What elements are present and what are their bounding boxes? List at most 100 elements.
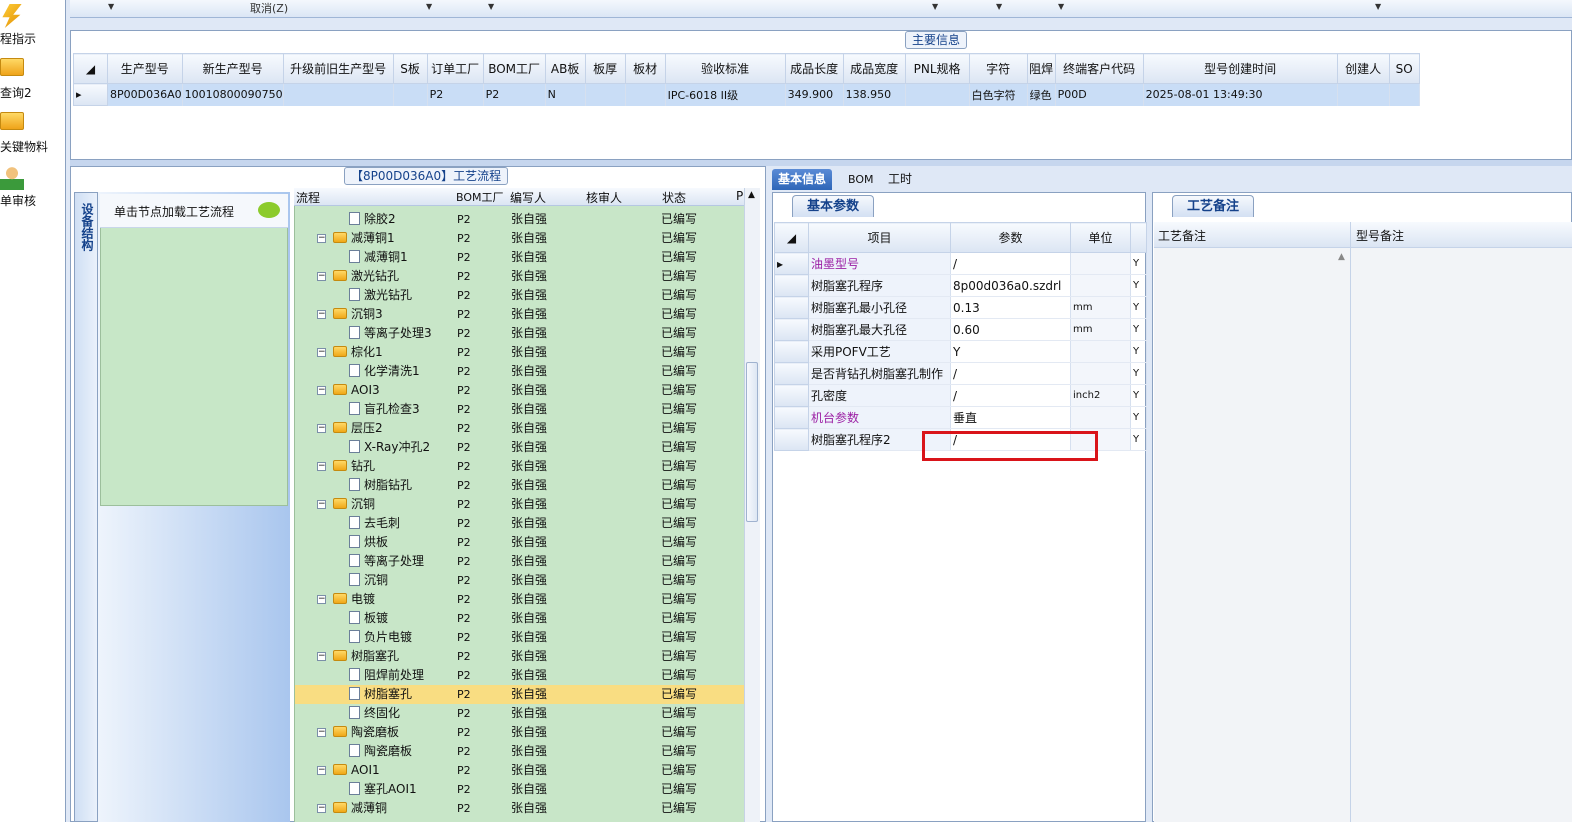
collapse-icon[interactable]: −: [317, 500, 326, 509]
tree-row[interactable]: 等离子处理3 P2 张自强 已编写: [295, 324, 744, 343]
cell[interactable]: [1389, 83, 1420, 106]
tree-row[interactable]: 塞孔AOI1 P2 张自强 已编写: [295, 780, 744, 799]
col-bom-factory[interactable]: BOM工厂: [456, 189, 504, 205]
collapse-icon[interactable]: −: [317, 804, 326, 813]
tree-row[interactable]: 沉铜 P2 张自强 已编写: [295, 571, 744, 590]
param-value[interactable]: 垂直: [950, 406, 1071, 429]
param-row[interactable]: 是否背钻孔树脂塞孔制作 / Y: [774, 362, 1147, 385]
dropdown-arrow-icon[interactable]: ▼: [996, 2, 1002, 11]
param-value[interactable]: /: [950, 362, 1071, 385]
col-header[interactable]: 升级前旧生产型号: [282, 53, 394, 84]
collapse-icon[interactable]: −: [317, 386, 326, 395]
col-unit[interactable]: 单位: [1070, 222, 1131, 253]
col-process[interactable]: 流程: [296, 189, 320, 206]
tree-row[interactable]: − 减薄铜 P2 张自强 已编写: [295, 799, 744, 818]
tree-row[interactable]: − 树脂塞孔 P2 张自强 已编写: [295, 647, 744, 666]
dropdown-arrow-icon[interactable]: ▼: [1375, 2, 1381, 11]
cell[interactable]: 2025-08-01 13:49:30: [1143, 83, 1338, 106]
cell[interactable]: [393, 83, 428, 106]
collapse-icon[interactable]: −: [317, 462, 326, 471]
tree-row[interactable]: 树脂塞孔 P2 张自强 已编写: [295, 685, 744, 704]
param-value[interactable]: Y: [950, 340, 1071, 363]
dropdown-arrow-icon[interactable]: ▼: [932, 2, 938, 11]
param-row[interactable]: ▸ 油墨型号 / Y: [774, 252, 1147, 275]
dropdown-arrow-icon[interactable]: ▼: [108, 2, 114, 11]
param-value[interactable]: 0.60: [950, 318, 1071, 341]
col-header[interactable]: 阻焊: [1026, 53, 1056, 84]
col-header[interactable]: SO: [1388, 53, 1420, 84]
tree-row[interactable]: 去毛刺 P2 张自强 已编写: [295, 514, 744, 533]
cell[interactable]: IPC-6018 II级: [665, 83, 786, 106]
cell[interactable]: [283, 83, 394, 106]
tab-basic-params[interactable]: 基本参数: [792, 195, 875, 217]
col-param[interactable]: 参数: [950, 222, 1071, 253]
nav-item-1[interactable]: 查询2: [0, 58, 65, 108]
collapse-icon[interactable]: −: [317, 424, 326, 433]
remarks-body[interactable]: ▲: [1154, 248, 1572, 822]
param-row[interactable]: 树脂塞孔程序 8p00d036a0.szdrl Y: [774, 274, 1147, 297]
tree-row[interactable]: 等离子处理 P2 张自强 已编写: [295, 552, 744, 571]
tree-row[interactable]: − 陶瓷磨板 P2 张自强 已编写: [295, 723, 744, 742]
tab-process-remarks[interactable]: 工艺备注: [1172, 195, 1255, 217]
param-value[interactable]: 8p00d036a0.szdrl: [950, 274, 1071, 297]
col-header[interactable]: 创建人: [1336, 53, 1390, 84]
collapse-icon[interactable]: −: [317, 272, 326, 281]
tree-row[interactable]: − AOI3 P2 张自强 已编写: [295, 381, 744, 400]
col-header[interactable]: 生产型号: [107, 53, 183, 84]
param-value[interactable]: /: [950, 252, 1071, 275]
tree-row[interactable]: − 沉铜3 P2 张自强 已编写: [295, 305, 744, 324]
col-model-remark[interactable]: 型号备注: [1356, 227, 1404, 244]
nav-item-3[interactable]: 单审核: [0, 166, 65, 216]
col-item[interactable]: 项目: [808, 222, 951, 253]
col-header[interactable]: 新生产型号: [181, 53, 284, 84]
col-header[interactable]: S板: [392, 53, 428, 84]
col-header[interactable]: 板厚: [584, 53, 626, 84]
tree-row[interactable]: 终固化 P2 张自强 已编写: [295, 704, 744, 723]
col-header[interactable]: 成品长度: [784, 53, 844, 84]
cell[interactable]: [1337, 83, 1390, 106]
cancel-button[interactable]: 取消(Z): [250, 0, 288, 16]
nav-item-0[interactable]: 程指示: [0, 4, 65, 54]
col-header[interactable]: 板材: [624, 53, 666, 84]
tree-row[interactable]: X-Ray冲孔2 P2 张自强 已编写: [295, 438, 744, 457]
cell[interactable]: [625, 83, 666, 106]
param-value[interactable]: 0.13: [950, 296, 1071, 319]
dropdown-arrow-icon[interactable]: ▼: [426, 2, 432, 11]
scroll-thumb[interactable]: [746, 362, 758, 522]
col-header[interactable]: AB板: [544, 53, 586, 84]
cell[interactable]: 349.900: [785, 83, 844, 106]
node-hint[interactable]: 单击节点加载工艺流程: [100, 194, 288, 228]
cell[interactable]: [905, 83, 970, 106]
tree-row[interactable]: − AOI1 P2 张自强 已编写: [295, 761, 744, 780]
tab-basic-info[interactable]: 基本信息: [772, 169, 833, 190]
collapse-icon[interactable]: −: [317, 348, 326, 357]
param-row[interactable]: 树脂塞孔最大孔径 0.60 mm Y: [774, 318, 1147, 341]
collapse-icon[interactable]: −: [317, 234, 326, 243]
tree-row[interactable]: 激光钻孔 P2 张自强 已编写: [295, 286, 744, 305]
tab-work-hours[interactable]: 工时: [882, 169, 918, 190]
tree-row[interactable]: − 棕化1 P2 张自强 已编写: [295, 343, 744, 362]
tree-row[interactable]: 树脂钻孔 P2 张自强 已编写: [295, 476, 744, 495]
col-process-remark[interactable]: 工艺备注: [1158, 227, 1206, 244]
cell[interactable]: 8P00D036A0: [107, 83, 183, 106]
param-row[interactable]: 采用POFV工艺 Y Y: [774, 340, 1147, 363]
process-tree[interactable]: 除胶2 P2 张自强 已编写 − 减薄铜1 P2 张自强 已编写 减薄铜1 P2 张自强 已编写 − 激光钻…: [294, 188, 744, 822]
cell[interactable]: P2: [483, 83, 546, 106]
param-row[interactable]: 孔密度 / inch2 Y: [774, 384, 1147, 407]
tree-row[interactable]: − 激光钻孔 P2 张自强 已编写: [295, 267, 744, 286]
col-status[interactable]: 状态: [662, 189, 686, 206]
col-reviewer[interactable]: 核审人: [586, 189, 622, 206]
tree-row[interactable]: − 减薄铜1 P2 张自强 已编写: [295, 229, 744, 248]
dropdown-arrow-icon[interactable]: ▼: [1058, 2, 1064, 11]
tree-row[interactable]: 陶瓷磨板 P2 张自强 已编写: [295, 742, 744, 761]
collapse-icon[interactable]: −: [317, 728, 326, 737]
tree-row[interactable]: 化学清洗1 P2 张自强 已编写: [295, 362, 744, 381]
tree-row[interactable]: 减薄铜1 P2 张自强 已编写: [295, 248, 744, 267]
tab-device-structure[interactable]: 设备结构: [74, 192, 98, 822]
cell[interactable]: [585, 83, 626, 106]
scroll-up-icon[interactable]: ▲: [748, 190, 755, 200]
param-value[interactable]: /: [950, 384, 1071, 407]
nav-item-2[interactable]: 关键物料: [0, 112, 65, 162]
col-p[interactable]: P: [736, 189, 743, 203]
tree-row[interactable]: 板镀 P2 张自强 已编写: [295, 609, 744, 628]
